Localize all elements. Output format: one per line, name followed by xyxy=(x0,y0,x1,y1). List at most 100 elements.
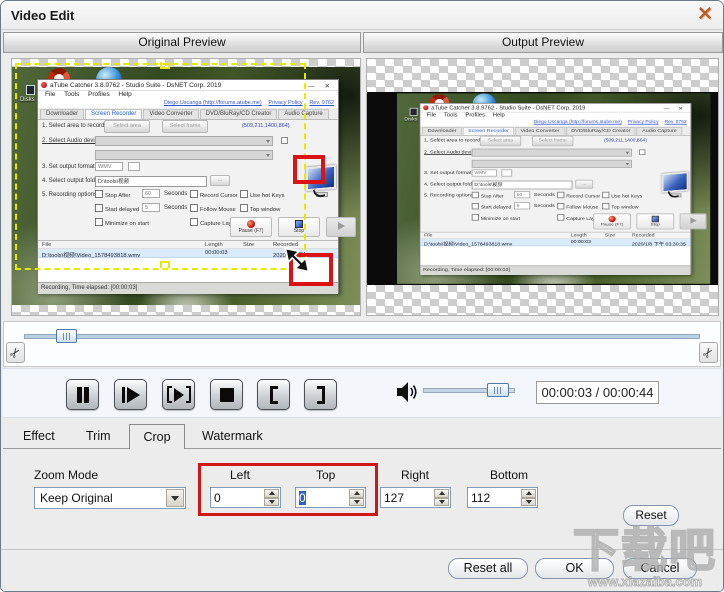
seek-slider-thumb[interactable] xyxy=(56,329,77,343)
atube-record-coords: (509,211,1400,864) xyxy=(604,138,647,143)
tab-watermark[interactable]: Watermark xyxy=(202,429,263,443)
atube-author-link: Diego Uscanga (http://forums.atube.me) xyxy=(163,100,262,106)
atube-play-triangle-icon xyxy=(337,222,345,230)
atube-cb-start-delayed: Start delayed xyxy=(472,203,512,210)
atube-author-link: Diego Uscanga (http://forums.atube.me) xyxy=(533,119,622,125)
transparency-checker-bottom xyxy=(12,305,360,315)
atube-catcher-window: aTube Catcher 3.8.9762 - Studio Suite - … xyxy=(419,103,707,275)
crop-right-value[interactable]: 127 xyxy=(384,491,404,505)
atube-stop-label: Stop xyxy=(650,222,660,227)
stop-button[interactable] xyxy=(210,379,243,410)
left-bracket-icon xyxy=(166,386,172,403)
spin-down-icon[interactable] xyxy=(521,497,536,506)
atube-window-title: aTube Catcher 3.8.9762 - Studio Suite - … xyxy=(50,82,222,89)
volume-slider-thumb[interactable] xyxy=(487,383,509,397)
atube-file-list-header: File Length Size Recorded xyxy=(38,241,338,249)
close-icon[interactable]: ✕ xyxy=(697,4,713,26)
atube-file-list: File Length Size Recorded D:\tools\视频\Vi… xyxy=(420,231,691,266)
atube-play-button-disabled xyxy=(679,213,707,230)
atube-tab-dvd-creator: DVD/BluRay/CD Creator xyxy=(565,127,636,135)
trim-start-scissors-button[interactable]: ✂ xyxy=(6,342,25,363)
desktop-icon-label: Disks xyxy=(404,117,418,123)
tab-crop[interactable]: Crop xyxy=(129,424,185,449)
mark-start-button[interactable] xyxy=(257,379,290,410)
crop-bottom-value[interactable]: 112 xyxy=(471,491,490,505)
atube-catcher-window: aTube Catcher 3.8.9762 - Studio Suite - … xyxy=(37,79,356,294)
crop-bottom-label: Bottom xyxy=(490,468,529,482)
chevron-down-icon[interactable] xyxy=(166,489,184,507)
atube-select-area-button: Select area xyxy=(479,135,522,147)
atube-file-length: 00:00:03 xyxy=(205,250,228,256)
step-play-button[interactable] xyxy=(114,379,147,410)
seek-slider-track[interactable] xyxy=(24,334,700,339)
output-video-area: Disks aTube Catcher 3.8.9762 - Studio Su… xyxy=(367,92,718,285)
mark-end-button[interactable] xyxy=(304,379,337,410)
desktop-scene: Disks aTube Catcher 3.8.9762 - Studio Su… xyxy=(397,93,711,284)
atube-header-links: Diego Uscanga (http://forums.atube.me) P… xyxy=(38,100,338,108)
atube-menu-file: File xyxy=(45,91,56,98)
trim-end-scissors-button[interactable]: ✂ xyxy=(699,342,718,363)
atube-tab-strip: Downloader Screen Recorder Video Convert… xyxy=(420,126,691,136)
atube-col-size: Size xyxy=(243,242,255,248)
atube-col-file: File xyxy=(42,242,52,248)
atube-select-frame-button: Select frame xyxy=(532,135,574,147)
atube-rev-link: Rev. 9762 xyxy=(664,119,687,125)
atube-pause-label: Pause (F7) xyxy=(600,222,624,227)
atube-audio-combo-2 xyxy=(471,159,632,168)
original-preview-panel: Disks aTube Catcher 3.8.9762 - Studio Su… xyxy=(11,58,361,316)
atube-stop-after-value: 60 xyxy=(514,191,531,199)
atube-step3-label: 3. Set output format xyxy=(424,171,472,176)
reset-button[interactable]: Reset xyxy=(623,505,679,526)
cancel-button[interactable]: Cancel xyxy=(623,558,697,579)
seek-row: ✂ ✂ xyxy=(3,321,721,367)
output-preview-panel: Disks aTube Catcher 3.8.9762 - Studio Su… xyxy=(366,58,719,316)
reset-all-button[interactable]: Reset all xyxy=(448,558,528,579)
highlight-box-left-top-fields xyxy=(198,463,378,516)
atube-start-delayed-value: 5 xyxy=(514,202,531,210)
zoom-mode-select[interactable]: Keep Original xyxy=(34,487,186,509)
crop-right-spinner[interactable]: 127 xyxy=(380,487,451,508)
atube-record-coords: (509,211,1400,864) xyxy=(242,123,290,129)
transport-bar: 00:00:03 / 00:00:44 xyxy=(3,368,721,418)
atube-cb-top-window: Top window xyxy=(602,203,638,210)
atube-browse-button: ... xyxy=(575,179,594,189)
time-display: 00:00:03 / 00:00:44 xyxy=(536,381,659,404)
spin-up-icon[interactable] xyxy=(434,489,449,498)
atube-menu-file: File xyxy=(426,112,437,119)
atube-step2-label: 2. Select Audio device xyxy=(424,150,478,155)
atube-audio-checkbox xyxy=(639,149,646,155)
atube-audio-combo-2 xyxy=(95,150,273,160)
atube-menu-help: Help xyxy=(118,91,132,98)
atube-tab-audio-capture: Audio Capture xyxy=(636,127,683,135)
atube-cb-record-cursor: Record Cursor xyxy=(557,192,600,199)
ok-button[interactable]: OK xyxy=(535,558,614,579)
atube-cb-stop-after: Stop After xyxy=(472,192,504,199)
atube-step3-label: 3. Set output format xyxy=(42,164,95,170)
tab-effect[interactable]: Effect xyxy=(23,429,55,443)
right-bracket-icon xyxy=(185,386,191,403)
atube-file-row: D:\tools\视频\Video_1578493818.wmv 00:00:0… xyxy=(38,249,338,259)
atube-pause-label: Pause (F7) xyxy=(238,228,264,234)
play-selection-button[interactable] xyxy=(162,379,195,410)
output-preview-header[interactable]: Output Preview xyxy=(363,32,723,53)
original-preview-header[interactable]: Original Preview xyxy=(3,32,361,53)
atube-body: 1. Select area to record Select area Sel… xyxy=(420,135,707,232)
pause-button[interactable] xyxy=(66,379,99,410)
atube-file-length: 00:00:03 xyxy=(570,239,592,245)
atube-stop-after-value: 60 xyxy=(142,189,160,198)
atube-play-triangle-icon xyxy=(689,217,697,224)
atube-step4-label: 4. Select output folder xyxy=(424,182,477,187)
atube-menu-help: Help xyxy=(492,112,505,119)
atube-tab-screen-recorder: Screen Recorder xyxy=(85,109,143,119)
crop-bottom-spinner[interactable]: 112 xyxy=(467,487,538,508)
footer-bar: Reset all OK Cancel xyxy=(1,549,723,591)
atube-cb-top-window: Top window xyxy=(240,204,280,213)
atube-output-folder-field: D:\tools\视频 xyxy=(95,176,207,187)
atube-body: 1. Select area to record Select area Sel… xyxy=(38,120,356,240)
play-triangle-icon xyxy=(173,387,184,402)
tab-trim[interactable]: Trim xyxy=(86,429,111,443)
pause-icon xyxy=(76,386,82,403)
spin-up-icon[interactable] xyxy=(521,489,536,498)
spin-down-icon[interactable] xyxy=(434,497,449,506)
atube-col-recorded: Recorded xyxy=(273,242,299,248)
